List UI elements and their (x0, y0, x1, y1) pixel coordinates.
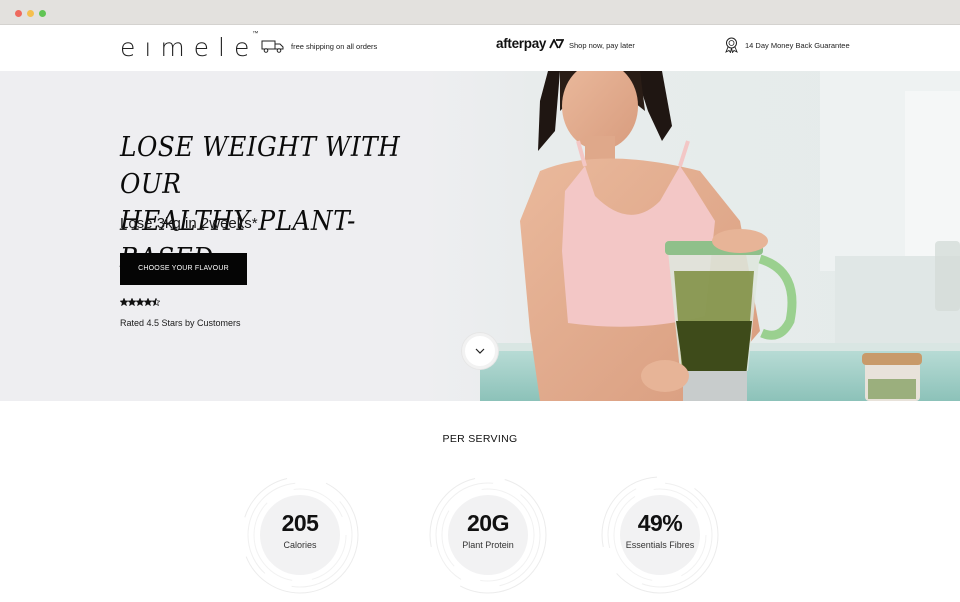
brand-logo[interactable]: eımele™ (120, 29, 264, 62)
stat-value: 49% (637, 510, 683, 536)
hero-headline-line-1: Lose weight with our (120, 132, 401, 200)
hero-banner: Lose weight with our healthy plant-based… (0, 71, 960, 401)
guarantee-text: 14 Day Money Back Guarantee (745, 41, 850, 50)
stat-calories: 205 Calories (240, 475, 360, 595)
trademark-symbol: ™ (252, 29, 259, 37)
star-icon (127, 298, 137, 306)
star-icon (120, 298, 129, 306)
stat-value: 205 (281, 510, 319, 536)
stat-label: Plant Protein (462, 540, 514, 550)
stat-label: Calories (283, 540, 317, 550)
stat-plant-protein: 20G Plant Protein (428, 475, 548, 595)
brand-logo-text: eımele (120, 33, 259, 62)
stat-label: Essentials Fibres (625, 540, 695, 550)
afterpay-logo: afterpay (496, 36, 547, 51)
stat-essentials-fibres: 49% Essentials Fibres (600, 475, 720, 595)
chevron-down-icon (475, 348, 485, 354)
stat-value: 20G (467, 510, 509, 536)
per-serving-title: PER SERVING (442, 433, 518, 445)
rating-stars (120, 298, 160, 306)
truck-icon (261, 40, 284, 53)
star-icon (151, 298, 160, 306)
window-minimize-dot[interactable] (27, 10, 34, 17)
hero-subheading: Lose 3kg in 2weeks* (120, 215, 258, 232)
browser-chrome (0, 0, 960, 25)
star-icon (135, 298, 145, 306)
star-icon (143, 298, 153, 306)
afterpay-arrows-icon (549, 39, 564, 49)
window-maximize-dot[interactable] (39, 10, 46, 17)
scroll-down-button[interactable] (462, 333, 498, 369)
rating-text: Rated 4.5 Stars by Customers (120, 318, 241, 328)
award-badge-icon (725, 37, 738, 53)
afterpay-tagline: Shop now, pay later (569, 41, 635, 50)
shipping-text: free shipping on all orders (291, 42, 378, 51)
window-close-dot[interactable] (15, 10, 22, 17)
choose-flavour-button[interactable]: CHOOSE YOUR FLAVOUR (120, 253, 247, 285)
site-header: eımele™ free shipping on all orders afte… (0, 25, 960, 71)
